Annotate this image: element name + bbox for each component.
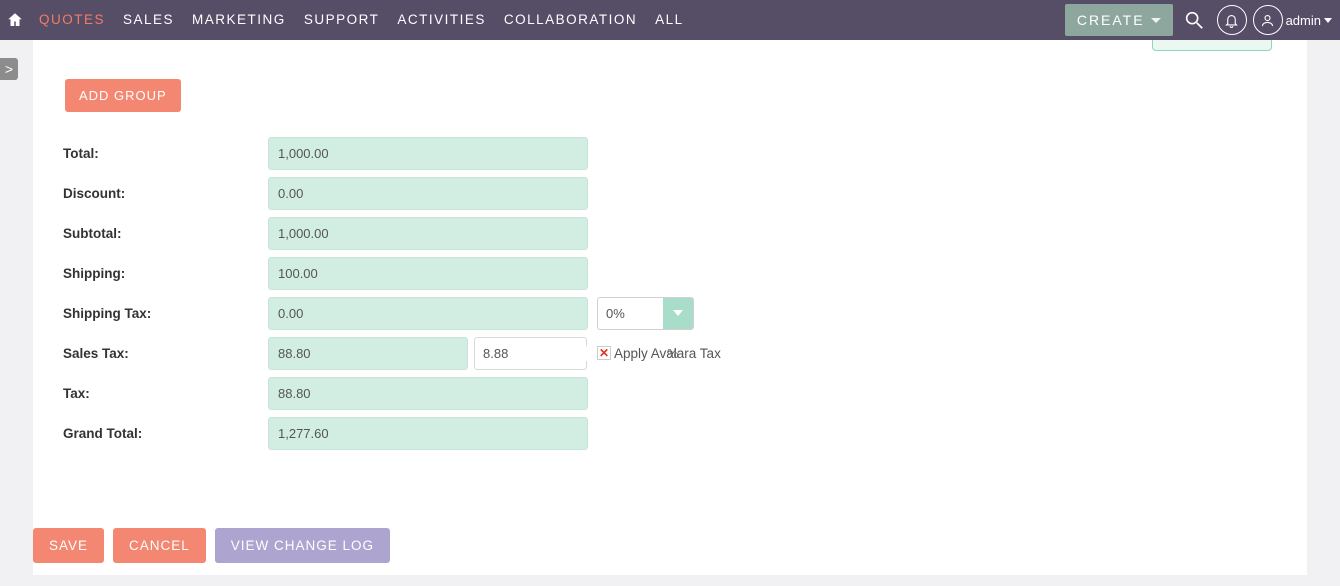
- create-button[interactable]: CREATE: [1065, 4, 1173, 36]
- row-shipping: Shipping:: [63, 253, 721, 293]
- field-discount: [268, 177, 588, 210]
- field-shipping-tax: [268, 297, 588, 330]
- save-button[interactable]: SAVE: [33, 528, 104, 563]
- label-total: Total:: [63, 146, 268, 161]
- panel-ghost: [1152, 40, 1272, 51]
- field-shipping: [268, 257, 588, 290]
- home-icon[interactable]: [0, 11, 30, 29]
- search-icon[interactable]: [1177, 3, 1211, 37]
- nav-tab-collaboration[interactable]: COLLABORATION: [495, 0, 646, 40]
- main-panel: ADD GROUP Total: Discount: Subtotal: Shi…: [33, 40, 1307, 575]
- close-icon: ✕: [597, 346, 611, 360]
- label-subtotal: Subtotal:: [63, 226, 268, 241]
- nav-tab-quotes[interactable]: QUOTES: [30, 0, 114, 40]
- label-grand-total: Grand Total:: [63, 426, 268, 441]
- row-tax: Tax:: [63, 373, 721, 413]
- footer-actions: SAVE CANCEL VIEW CHANGE LOG: [33, 528, 390, 563]
- apply-avalara-tax-button[interactable]: ✕ Apply Avalara Tax: [597, 346, 721, 361]
- label-tax: Tax:: [63, 386, 268, 401]
- chevron-down-icon: [1151, 18, 1161, 23]
- row-total: Total:: [63, 133, 721, 173]
- totals-section: Total: Discount: Subtotal: Shipping: Shi…: [63, 133, 721, 453]
- nav-tab-support[interactable]: SUPPORT: [295, 0, 389, 40]
- label-sales-tax: Sales Tax:: [63, 346, 268, 361]
- label-shipping: Shipping:: [63, 266, 268, 281]
- user-name: admin: [1286, 13, 1321, 28]
- nav-tab-all[interactable]: ALL: [646, 0, 693, 40]
- field-subtotal: [268, 217, 588, 250]
- shipping-tax-rate-value: [598, 306, 663, 321]
- nav-tab-sales[interactable]: SALES: [114, 0, 183, 40]
- chevron-down-icon: [1324, 18, 1332, 23]
- shipping-tax-rate-select[interactable]: [597, 297, 694, 330]
- field-sales-tax: [268, 337, 468, 370]
- collapse-toggle[interactable]: >: [0, 58, 18, 80]
- row-grand-total: Grand Total:: [63, 413, 721, 453]
- row-subtotal: Subtotal:: [63, 213, 721, 253]
- row-discount: Discount:: [63, 173, 721, 213]
- view-change-log-button[interactable]: VIEW CHANGE LOG: [215, 528, 390, 563]
- nav-tabs: QUOTES SALES MARKETING SUPPORT ACTIVITIE…: [30, 0, 693, 40]
- top-nav: QUOTES SALES MARKETING SUPPORT ACTIVITIE…: [0, 0, 1340, 40]
- label-shipping-tax: Shipping Tax:: [63, 306, 268, 321]
- row-sales-tax: Sales Tax: % ✕ Apply Avalara Tax: [63, 333, 721, 373]
- avalara-label: Apply Avalara Tax: [614, 346, 721, 361]
- label-discount: Discount:: [63, 186, 268, 201]
- create-label: CREATE: [1077, 12, 1145, 28]
- nav-tab-activities[interactable]: ACTIVITIES: [388, 0, 495, 40]
- field-tax: [268, 377, 588, 410]
- add-group-button[interactable]: ADD GROUP: [65, 79, 181, 112]
- field-grand-total: [268, 417, 588, 450]
- cancel-button[interactable]: CANCEL: [113, 528, 206, 563]
- user-menu[interactable]: admin: [1253, 5, 1332, 35]
- nav-right: CREATE admin: [1065, 0, 1340, 40]
- row-shipping-tax: Shipping Tax:: [63, 293, 721, 333]
- notifications-icon[interactable]: [1215, 3, 1249, 37]
- sales-tax-rate-cell: %: [474, 337, 587, 370]
- nav-tab-marketing[interactable]: MARKETING: [183, 0, 295, 40]
- field-total: [268, 137, 588, 170]
- chevron-down-icon[interactable]: [663, 298, 693, 329]
